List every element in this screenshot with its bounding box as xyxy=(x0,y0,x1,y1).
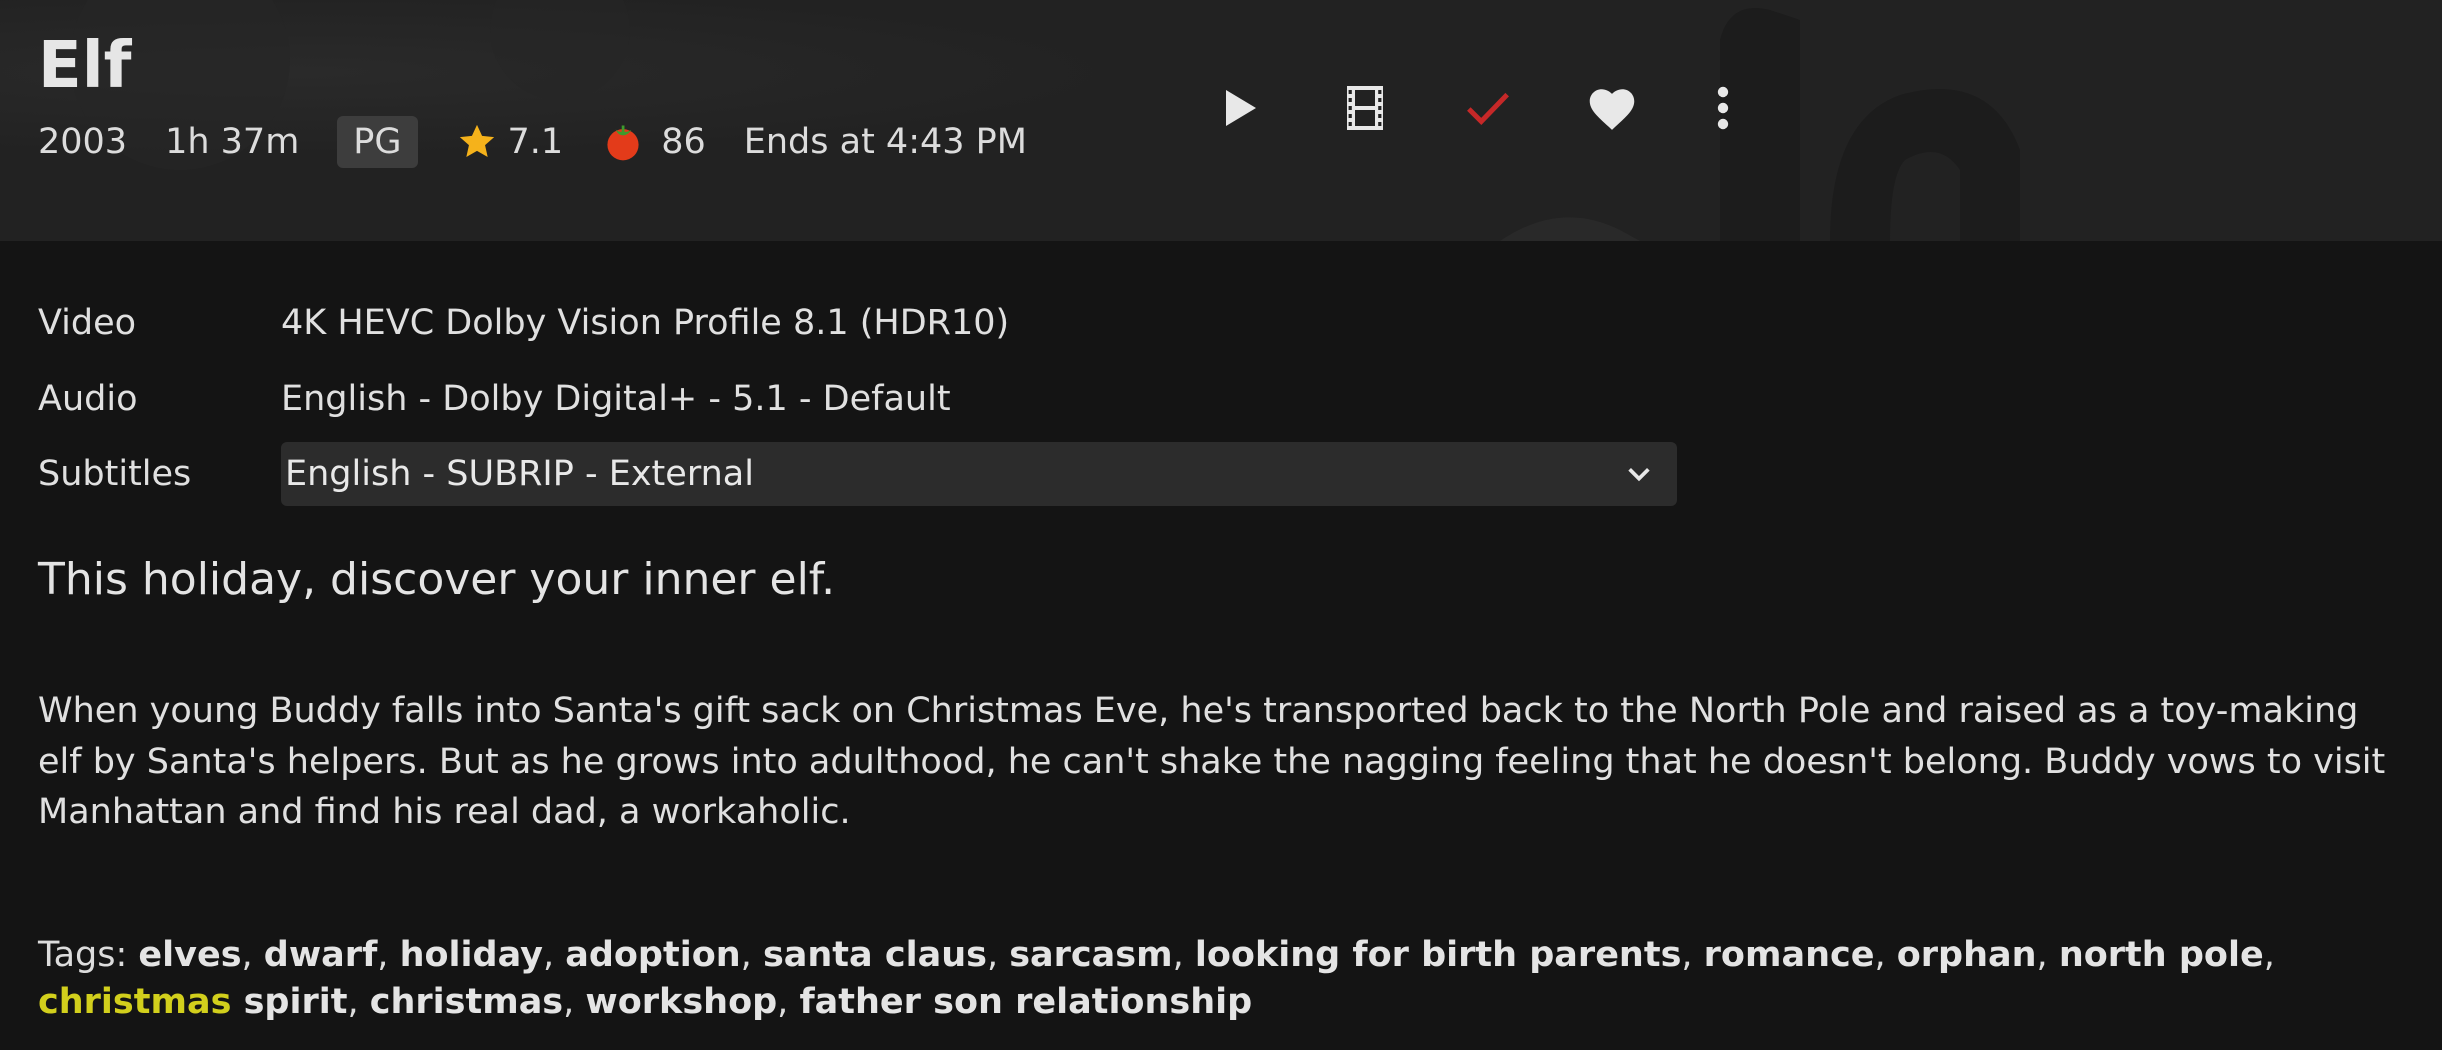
audio-row: Audio English - Dolby Digital+ - 5.1 - D… xyxy=(38,366,2398,432)
runtime: 1h 37m xyxy=(165,122,300,162)
tag-rest-words: spirit xyxy=(231,982,348,1022)
item-meta-row: 2003 1h 37m PG 7.1 86 Ends at 4:43 PM xyxy=(38,114,1027,170)
video-label: Video xyxy=(38,303,137,343)
mark-played-button[interactable] xyxy=(1448,68,1528,148)
subtitles-selected-value: English - SUBRIP - External xyxy=(285,454,754,494)
ends-at-time: Ends at 4:43 PM xyxy=(743,122,1027,162)
audio-value: English - Dolby Digital+ - 5.1 - Default xyxy=(281,379,951,419)
more-vert-icon xyxy=(1717,86,1729,130)
tag-link[interactable]: adoption xyxy=(565,935,740,975)
tag-link-highlighted[interactable]: christmas spirit xyxy=(38,982,347,1022)
tag-highlight-word: christmas xyxy=(38,982,232,1022)
video-value: 4K HEVC Dolby Vision Profile 8.1 (HDR10) xyxy=(281,303,1010,343)
tagline: This holiday, discover your inner elf. xyxy=(38,554,836,605)
tag-link[interactable]: dwarf xyxy=(264,935,378,975)
subtitles-select[interactable]: English - SUBRIP - External xyxy=(281,442,1677,506)
more-options-button[interactable] xyxy=(1683,68,1763,148)
community-rating-value: 7.1 xyxy=(507,122,564,162)
heart-icon xyxy=(1589,89,1635,130)
trailer-button[interactable] xyxy=(1325,68,1405,148)
parental-rating-badge: PG xyxy=(337,116,418,168)
film-icon xyxy=(1347,86,1383,130)
critic-rating-value: 86 xyxy=(661,122,706,162)
release-year: 2003 xyxy=(38,122,128,162)
tag-link[interactable]: workshop xyxy=(585,982,777,1022)
check-icon xyxy=(1467,92,1509,125)
critic-rating: 86 xyxy=(601,120,706,164)
tags-list: Tags: elves, dwarf, holiday, adoption, s… xyxy=(38,935,2275,1022)
tags-label: Tags: xyxy=(38,935,139,975)
favorite-button[interactable] xyxy=(1572,68,1652,148)
overview: When young Buddy falls into Santa's gift… xyxy=(38,691,2386,832)
video-row: Video 4K HEVC Dolby Vision Profile 8.1 (… xyxy=(38,290,2398,356)
tag-link[interactable]: holiday xyxy=(400,935,543,975)
tag-link[interactable]: looking for birth parents xyxy=(1195,935,1682,975)
community-rating: 7.1 xyxy=(456,121,564,163)
detail-header: Elf 2003 1h 37m PG 7.1 86 Ends at 4:43 P… xyxy=(0,0,2442,241)
tag-link[interactable]: santa claus xyxy=(763,935,987,975)
tag-link[interactable]: elves xyxy=(138,935,241,975)
tag-link[interactable]: north pole xyxy=(2059,935,2264,975)
item-detail-page: Elf 2003 1h 37m PG 7.1 86 Ends at 4:43 P… xyxy=(0,0,2442,1050)
play-button[interactable] xyxy=(1200,68,1280,148)
item-title: Elf xyxy=(38,29,132,103)
chevron-down-icon xyxy=(1628,468,1650,482)
tag-link[interactable]: sarcasm xyxy=(1009,935,1172,975)
tag-link[interactable]: father son relationship xyxy=(799,982,1252,1022)
play-icon xyxy=(1226,90,1256,126)
tag-link[interactable]: orphan xyxy=(1897,935,2037,975)
audio-label: Audio xyxy=(38,379,138,419)
star-icon xyxy=(456,121,498,163)
tomato-icon xyxy=(601,120,645,164)
tag-link[interactable]: romance xyxy=(1704,935,1875,975)
subtitles-row: Subtitles English - SUBRIP - External xyxy=(38,441,2398,507)
subtitles-label: Subtitles xyxy=(38,454,192,494)
tag-link[interactable]: christmas xyxy=(370,982,563,1022)
